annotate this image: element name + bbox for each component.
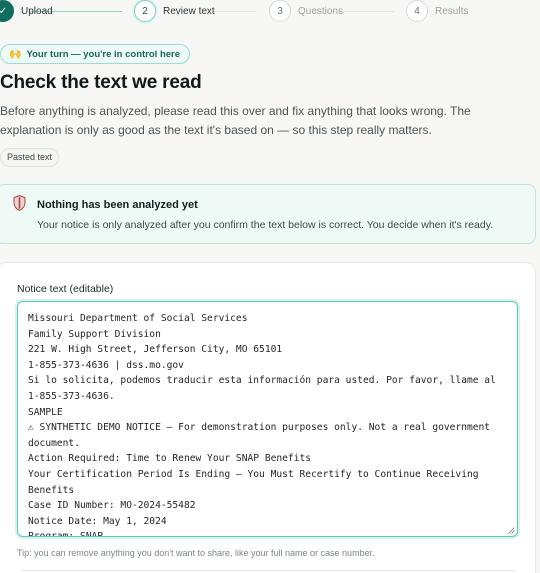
step-upload[interactable]: ✓ Upload: [0, 0, 53, 22]
step-results: 4 Results: [406, 0, 468, 22]
shield-icon: [13, 195, 26, 211]
stepper-connector: [338, 11, 394, 12]
page-intro: Before anything is analyzed, please read…: [0, 104, 471, 137]
step-number: 3: [269, 0, 291, 22]
not-analyzed-notice: Nothing has been analyzed yet Your notic…: [0, 184, 536, 244]
divider: [22, 570, 516, 571]
step-number: 2: [134, 0, 156, 22]
step-check-icon: ✓: [0, 0, 14, 22]
info-title: Nothing has been analyzed yet: [37, 199, 198, 211]
stepper-connector: [212, 11, 256, 12]
notice-text-label: Notice text (editable): [17, 283, 114, 295]
resize-handle-icon[interactable]: [508, 527, 515, 534]
notice-text-field-wrapper: Missouri Department of Social Services F…: [17, 301, 518, 537]
hands-icon: 🙌: [9, 48, 22, 60]
notice-text-editor[interactable]: Missouri Department of Social Services F…: [18, 302, 517, 536]
info-body: Your notice is only analyzed after you c…: [37, 219, 494, 231]
step-questions: 3 Questions: [269, 0, 343, 22]
privacy-tip: Tip: you can remove anything you don't w…: [17, 548, 375, 558]
badge-label: Your turn — you're in control here: [26, 48, 181, 60]
step-label: Questions: [298, 5, 344, 17]
source-chip: Pasted text: [0, 148, 60, 167]
step-label: Upload: [21, 5, 53, 17]
step-label: Review text: [163, 5, 215, 17]
step-label: Results: [435, 5, 469, 17]
progress-stepper: ✓ Upload 2 Review text 3 Questions 4 Res…: [0, 0, 540, 22]
page-title: Check the text we read: [0, 72, 202, 93]
step-number: 4: [406, 0, 428, 22]
your-turn-badge: 🙌 Your turn — you're in control here: [0, 44, 191, 64]
step-review-text[interactable]: 2 Review text: [134, 0, 215, 22]
